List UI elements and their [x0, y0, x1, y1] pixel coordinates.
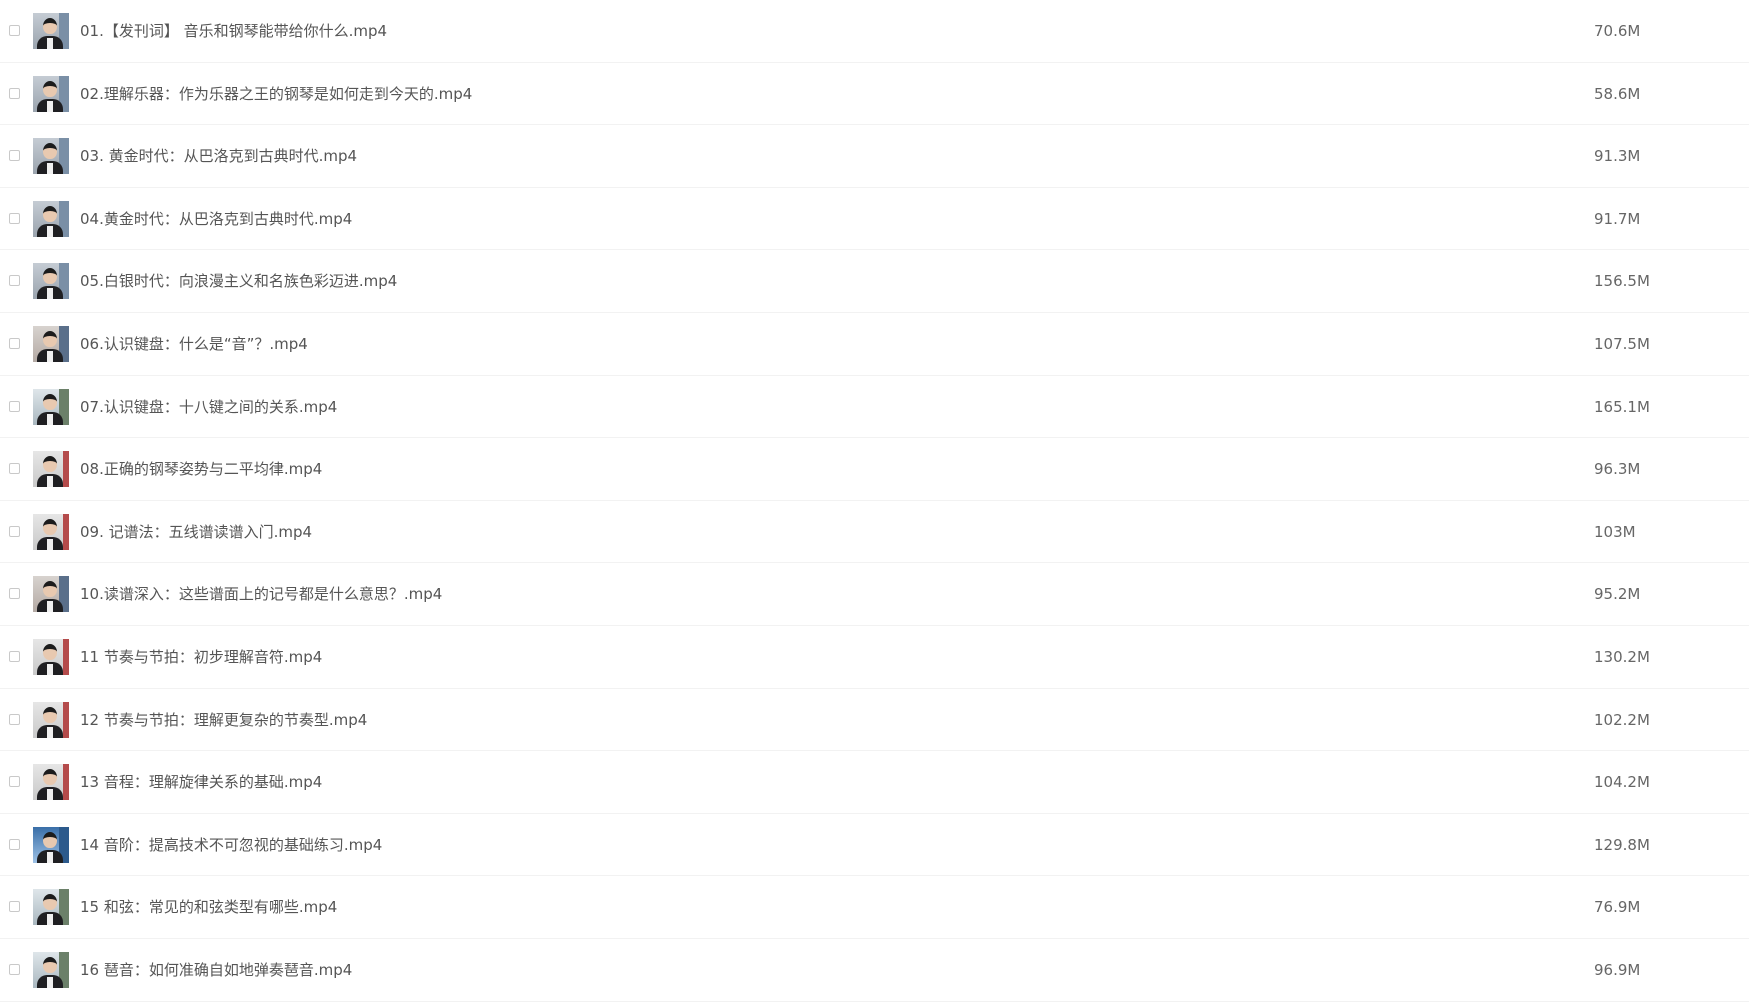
row-checkbox[interactable]: [9, 838, 20, 850]
list-item[interactable]: 14 音阶：提高技术不可忽视的基础练习.mp4 129.8M: [0, 814, 1749, 877]
file-name[interactable]: 07.认识键盘：十八键之间的关系.mp4: [80, 376, 337, 438]
list-item[interactable]: 02.理解乐器：作为乐器之王的钢琴是如何走到今天的.mp4 58.6M: [0, 63, 1749, 126]
video-thumbnail-icon: [33, 200, 69, 237]
file-size: 107.5M: [1594, 334, 1650, 353]
list-item[interactable]: 13 音程：理解旋律关系的基础.mp4 104.2M: [0, 751, 1749, 814]
row-checkbox[interactable]: [9, 337, 20, 349]
row-checkbox[interactable]: [9, 463, 20, 475]
video-thumbnail-icon: [33, 451, 69, 488]
file-size: 91.3M: [1594, 147, 1641, 166]
row-checkbox[interactable]: [9, 776, 20, 788]
video-thumbnail-icon: [33, 638, 69, 675]
file-name[interactable]: 03. 黄金时代：从巴洛克到古典时代.mp4: [80, 125, 357, 187]
row-checkbox[interactable]: [9, 713, 20, 725]
file-name[interactable]: 04.黄金时代：从巴洛克到古典时代.mp4: [80, 188, 352, 250]
file-size: 102.2M: [1594, 710, 1650, 729]
list-item[interactable]: 11 节奏与节拍：初步理解音符.mp4 130.2M: [0, 626, 1749, 689]
file-size: 165.1M: [1594, 397, 1650, 416]
video-thumbnail-icon: [33, 701, 69, 738]
file-size: 130.2M: [1594, 647, 1650, 666]
file-name[interactable]: 05.白银时代：向浪漫主义和名族色彩迈进.mp4: [80, 250, 397, 312]
list-item[interactable]: 08.正确的钢琴姿势与二平均律.mp4 96.3M: [0, 438, 1749, 501]
file-size: 96.9M: [1594, 960, 1641, 979]
list-item[interactable]: 16 琶音：如何准确自如地弹奏琶音.mp4 96.9M: [0, 939, 1749, 1002]
video-thumbnail-icon: [33, 826, 69, 863]
file-size: 58.6M: [1594, 84, 1641, 103]
list-item[interactable]: 06.认识键盘：什么是“音”？.mp4 107.5M: [0, 313, 1749, 376]
file-name[interactable]: 06.认识键盘：什么是“音”？.mp4: [80, 313, 308, 375]
file-name[interactable]: 09. 记谱法：五线谱读谱入门.mp4: [80, 501, 312, 563]
row-checkbox[interactable]: [9, 212, 20, 224]
row-checkbox[interactable]: [9, 650, 20, 662]
file-size: 96.3M: [1594, 460, 1641, 479]
video-thumbnail-icon: [33, 764, 69, 801]
row-checkbox[interactable]: [9, 963, 20, 975]
row-checkbox[interactable]: [9, 25, 20, 36]
row-checkbox[interactable]: [9, 275, 20, 287]
file-name[interactable]: 15 和弦：常见的和弦类型有哪些.mp4: [80, 876, 337, 938]
video-thumbnail-icon: [33, 325, 69, 362]
list-item[interactable]: 01.【发刊词】 音乐和钢琴能带给你什么.mp4 70.6M: [0, 0, 1749, 63]
file-name[interactable]: 12 节奏与节拍：理解更复杂的节奏型.mp4: [80, 689, 367, 751]
file-name[interactable]: 10.读谱深入：这些谱面上的记号都是什么意思？.mp4: [80, 563, 442, 625]
file-size: 103M: [1594, 522, 1636, 541]
video-thumbnail-icon: [33, 576, 69, 613]
row-checkbox[interactable]: [9, 400, 20, 412]
list-item[interactable]: 12 节奏与节拍：理解更复杂的节奏型.mp4 102.2M: [0, 689, 1749, 752]
file-name[interactable]: 16 琶音：如何准确自如地弹奏琶音.mp4: [80, 939, 352, 1001]
video-thumbnail-icon: [33, 889, 69, 926]
video-thumbnail-icon: [33, 13, 69, 49]
file-size: 104.2M: [1594, 773, 1650, 792]
file-name[interactable]: 08.正确的钢琴姿势与二平均律.mp4: [80, 438, 322, 500]
list-item[interactable]: 03. 黄金时代：从巴洛克到古典时代.mp4 91.3M: [0, 125, 1749, 188]
file-size: 156.5M: [1594, 272, 1650, 291]
file-size: 129.8M: [1594, 835, 1650, 854]
video-thumbnail-icon: [33, 75, 69, 112]
file-name[interactable]: 02.理解乐器：作为乐器之王的钢琴是如何走到今天的.mp4: [80, 63, 472, 125]
video-thumbnail-icon: [33, 138, 69, 175]
row-checkbox[interactable]: [9, 87, 20, 99]
file-size: 70.6M: [1594, 22, 1641, 40]
file-size: 95.2M: [1594, 585, 1641, 604]
row-checkbox[interactable]: [9, 525, 20, 537]
row-checkbox[interactable]: [9, 150, 20, 162]
list-item[interactable]: 10.读谱深入：这些谱面上的记号都是什么意思？.mp4 95.2M: [0, 563, 1749, 626]
row-checkbox[interactable]: [9, 588, 20, 600]
list-item[interactable]: 04.黄金时代：从巴洛克到古典时代.mp4 91.7M: [0, 188, 1749, 251]
file-name[interactable]: 13 音程：理解旋律关系的基础.mp4: [80, 751, 322, 813]
file-name[interactable]: 14 音阶：提高技术不可忽视的基础练习.mp4: [80, 814, 382, 876]
list-item[interactable]: 07.认识键盘：十八键之间的关系.mp4 165.1M: [0, 376, 1749, 439]
list-item[interactable]: 09. 记谱法：五线谱读谱入门.mp4 103M: [0, 501, 1749, 564]
file-name[interactable]: 01.【发刊词】 音乐和钢琴能带给你什么.mp4: [80, 0, 387, 62]
video-thumbnail-icon: [33, 951, 69, 988]
list-item[interactable]: 05.白银时代：向浪漫主义和名族色彩迈进.mp4 156.5M: [0, 250, 1749, 313]
video-thumbnail-icon: [33, 513, 69, 550]
file-list: 01.【发刊词】 音乐和钢琴能带给你什么.mp4 70.6M 02.理解乐器：作…: [0, 0, 1749, 1002]
file-size: 76.9M: [1594, 898, 1641, 917]
file-size: 91.7M: [1594, 209, 1641, 228]
video-thumbnail-icon: [33, 388, 69, 425]
row-checkbox[interactable]: [9, 901, 20, 913]
file-name[interactable]: 11 节奏与节拍：初步理解音符.mp4: [80, 626, 322, 688]
video-thumbnail-icon: [33, 263, 69, 300]
list-item[interactable]: 15 和弦：常见的和弦类型有哪些.mp4 76.9M: [0, 876, 1749, 939]
